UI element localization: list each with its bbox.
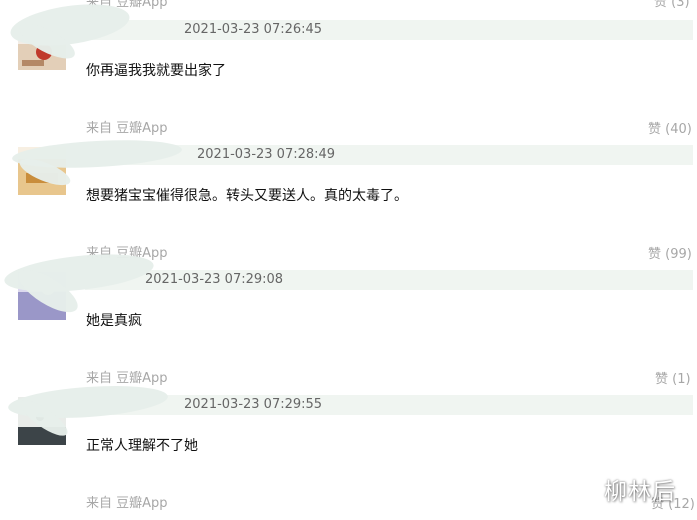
comment-item: 2021-03-23 07:29:08 她是真疯 来自 豆瓣App 赞 (1) [0, 248, 697, 395]
previous-comment-like-button[interactable]: 赞 (3) [654, 0, 690, 10]
comment-text: 你再逼我我就要出家了 [86, 63, 226, 79]
comment-text: 想要猪宝宝催得很急。转头又要送人。真的太毒了。 [86, 188, 408, 204]
comment-header [85, 20, 693, 40]
comment-source: 来自 豆瓣App [86, 496, 168, 511]
comment-source: 来自 豆瓣App [86, 371, 168, 386]
like-button[interactable]: 赞 (40) [648, 118, 692, 137]
comment-timestamp: 2021-03-23 07:29:08 [145, 272, 284, 287]
comment-timestamp: 2021-03-23 07:29:55 [184, 397, 323, 412]
comment-header [85, 395, 693, 415]
watermark: 柳林后 [604, 479, 676, 505]
like-button[interactable]: 赞 (1) [655, 368, 691, 387]
comment-item: 2021-03-23 07:29:55 正常人理解不了她 来自 豆瓣App 赞 … [0, 381, 697, 520]
comment-timestamp: 2021-03-23 07:28:49 [197, 147, 336, 162]
comment-source: 来自 豆瓣App [86, 121, 168, 136]
comment-timestamp: 2021-03-23 07:26:45 [184, 22, 323, 37]
comment-text: 她是真疯 [86, 313, 142, 329]
comment-item: 2021-03-23 07:26:45 你再逼我我就要出家了 来自 豆瓣App … [0, 0, 697, 145]
comment-text: 正常人理解不了她 [86, 438, 198, 454]
like-button[interactable]: 赞 (99) [648, 243, 692, 262]
comment-item: 2021-03-23 07:28:49 想要猪宝宝催得很急。转头又要送人。真的太… [0, 136, 697, 270]
comment-list: 来自 豆瓣App 赞 (3) 2021-03-23 07:26:45 你再逼我我… [0, 0, 697, 517]
